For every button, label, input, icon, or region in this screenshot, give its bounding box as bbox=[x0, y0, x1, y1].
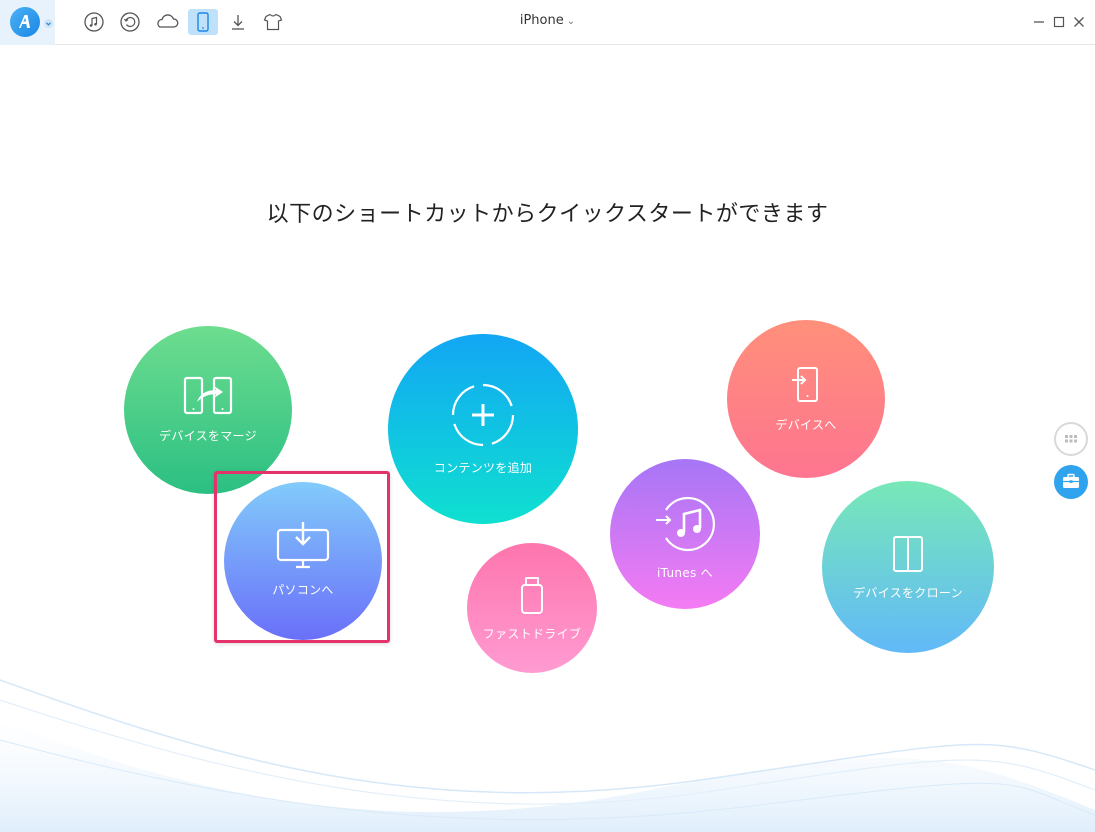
clone-device-button[interactable]: デバイスをクローン bbox=[822, 481, 994, 653]
to-itunes-label: iTunes へ bbox=[657, 566, 713, 580]
title-bar: iPhone ⌄ bbox=[0, 0, 1095, 45]
page-title: 以下のショートカットからクイックスタートができます bbox=[266, 202, 829, 227]
to-device-icon bbox=[792, 367, 818, 402]
add-content-button[interactable]: コンテンツを追加 bbox=[388, 334, 578, 524]
fast-drive-button[interactable]: ファストドライブ bbox=[467, 543, 597, 673]
clone-device-icon bbox=[893, 536, 923, 572]
merge-device-button[interactable]: デバイスをマージ bbox=[124, 326, 292, 494]
grid-icon bbox=[1065, 435, 1077, 443]
fast-drive-label: ファストドライブ bbox=[482, 627, 582, 641]
itunes-icon bbox=[656, 496, 716, 552]
maximize-icon[interactable] bbox=[1051, 14, 1067, 30]
add-content-icon bbox=[451, 383, 515, 447]
merge-device-label: デバイスをマージ bbox=[159, 429, 257, 443]
to-itunes-button[interactable]: iTunes へ bbox=[610, 459, 760, 609]
usb-drive-icon bbox=[521, 577, 543, 614]
selection-highlight bbox=[214, 471, 390, 643]
to-device-button[interactable]: デバイスへ bbox=[727, 320, 885, 478]
merge-device-icon bbox=[183, 376, 233, 415]
device-name: iPhone bbox=[519, 13, 564, 28]
close-icon[interactable] bbox=[1071, 14, 1087, 30]
grid-view-button[interactable] bbox=[1054, 422, 1088, 456]
to-device-label: デバイスへ bbox=[775, 418, 837, 432]
app-window: iPhone ⌄ 以下のショートカットからクイックスタートができます デバイスをマ… bbox=[0, 0, 1095, 832]
toolbox-icon bbox=[1063, 473, 1079, 488]
chevron-down-icon: ⌄ bbox=[566, 16, 576, 27]
clone-device-label: デバイスをクローン bbox=[853, 586, 963, 600]
device-selector[interactable]: iPhone ⌄ bbox=[0, 13, 1095, 28]
minimize-icon[interactable] bbox=[1031, 14, 1047, 30]
add-content-label: コンテンツを追加 bbox=[433, 461, 533, 475]
toolkit-button[interactable] bbox=[1054, 465, 1088, 499]
